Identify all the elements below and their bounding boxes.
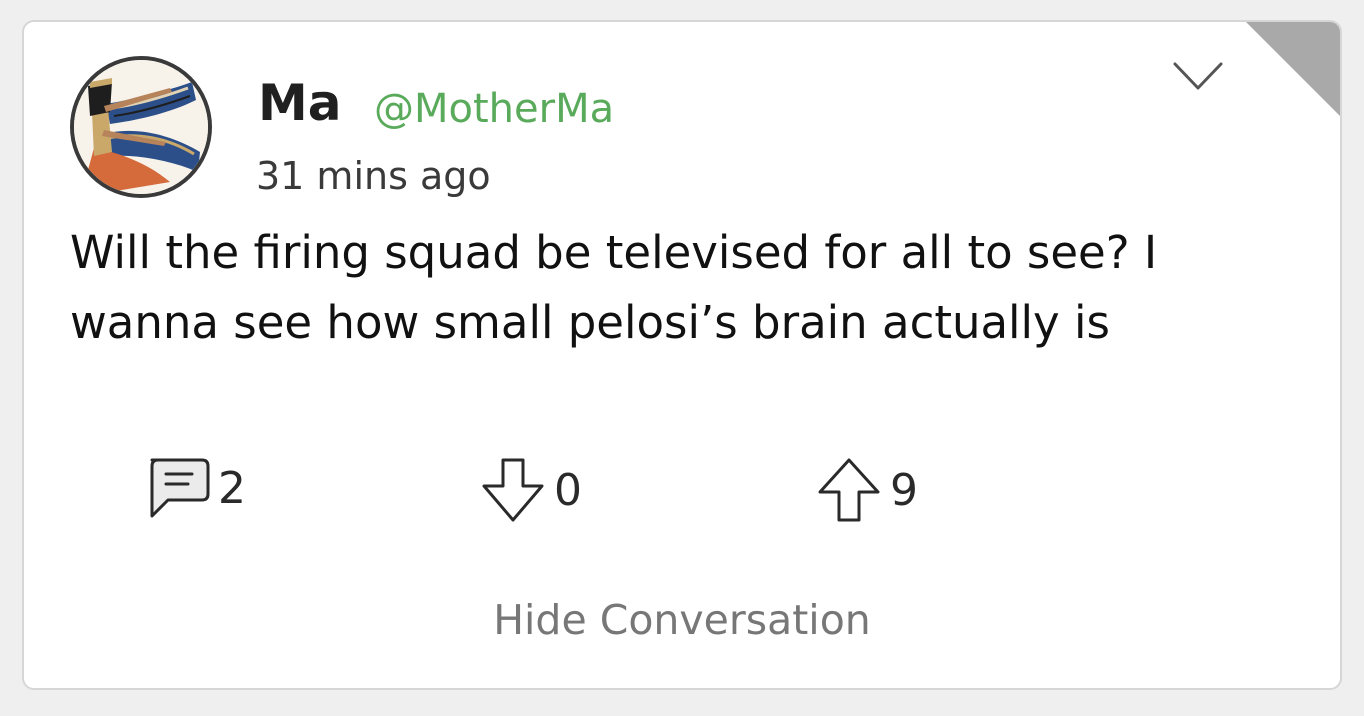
upvote-count: 9 (890, 464, 918, 516)
comments-count: 2 (218, 462, 246, 514)
avatar[interactable] (70, 56, 212, 198)
chevron-down-icon[interactable] (1172, 60, 1224, 94)
comments-button[interactable]: 2 (142, 452, 246, 524)
downvote-button[interactable]: 0 (478, 454, 582, 526)
author-handle[interactable]: @MotherMa (374, 86, 614, 132)
corner-fold (1244, 22, 1340, 118)
arrow-down-icon (482, 458, 544, 522)
egyptian-winged-goddess-avatar-icon (74, 60, 208, 194)
hide-conversation-button[interactable]: Hide Conversation (24, 596, 1340, 644)
post-body: Will the firing squad be televised for a… (70, 226, 1158, 349)
author-name[interactable]: Ma (258, 74, 342, 132)
upvote-button[interactable]: 9 (814, 454, 918, 526)
post-timestamp: 31 mins ago (256, 154, 491, 198)
downvote-count: 0 (554, 464, 582, 516)
post-card: Ma @MotherMa 31 mins ago Will the firing… (22, 20, 1342, 690)
comment-icon (150, 458, 210, 518)
arrow-up-icon (818, 458, 880, 522)
